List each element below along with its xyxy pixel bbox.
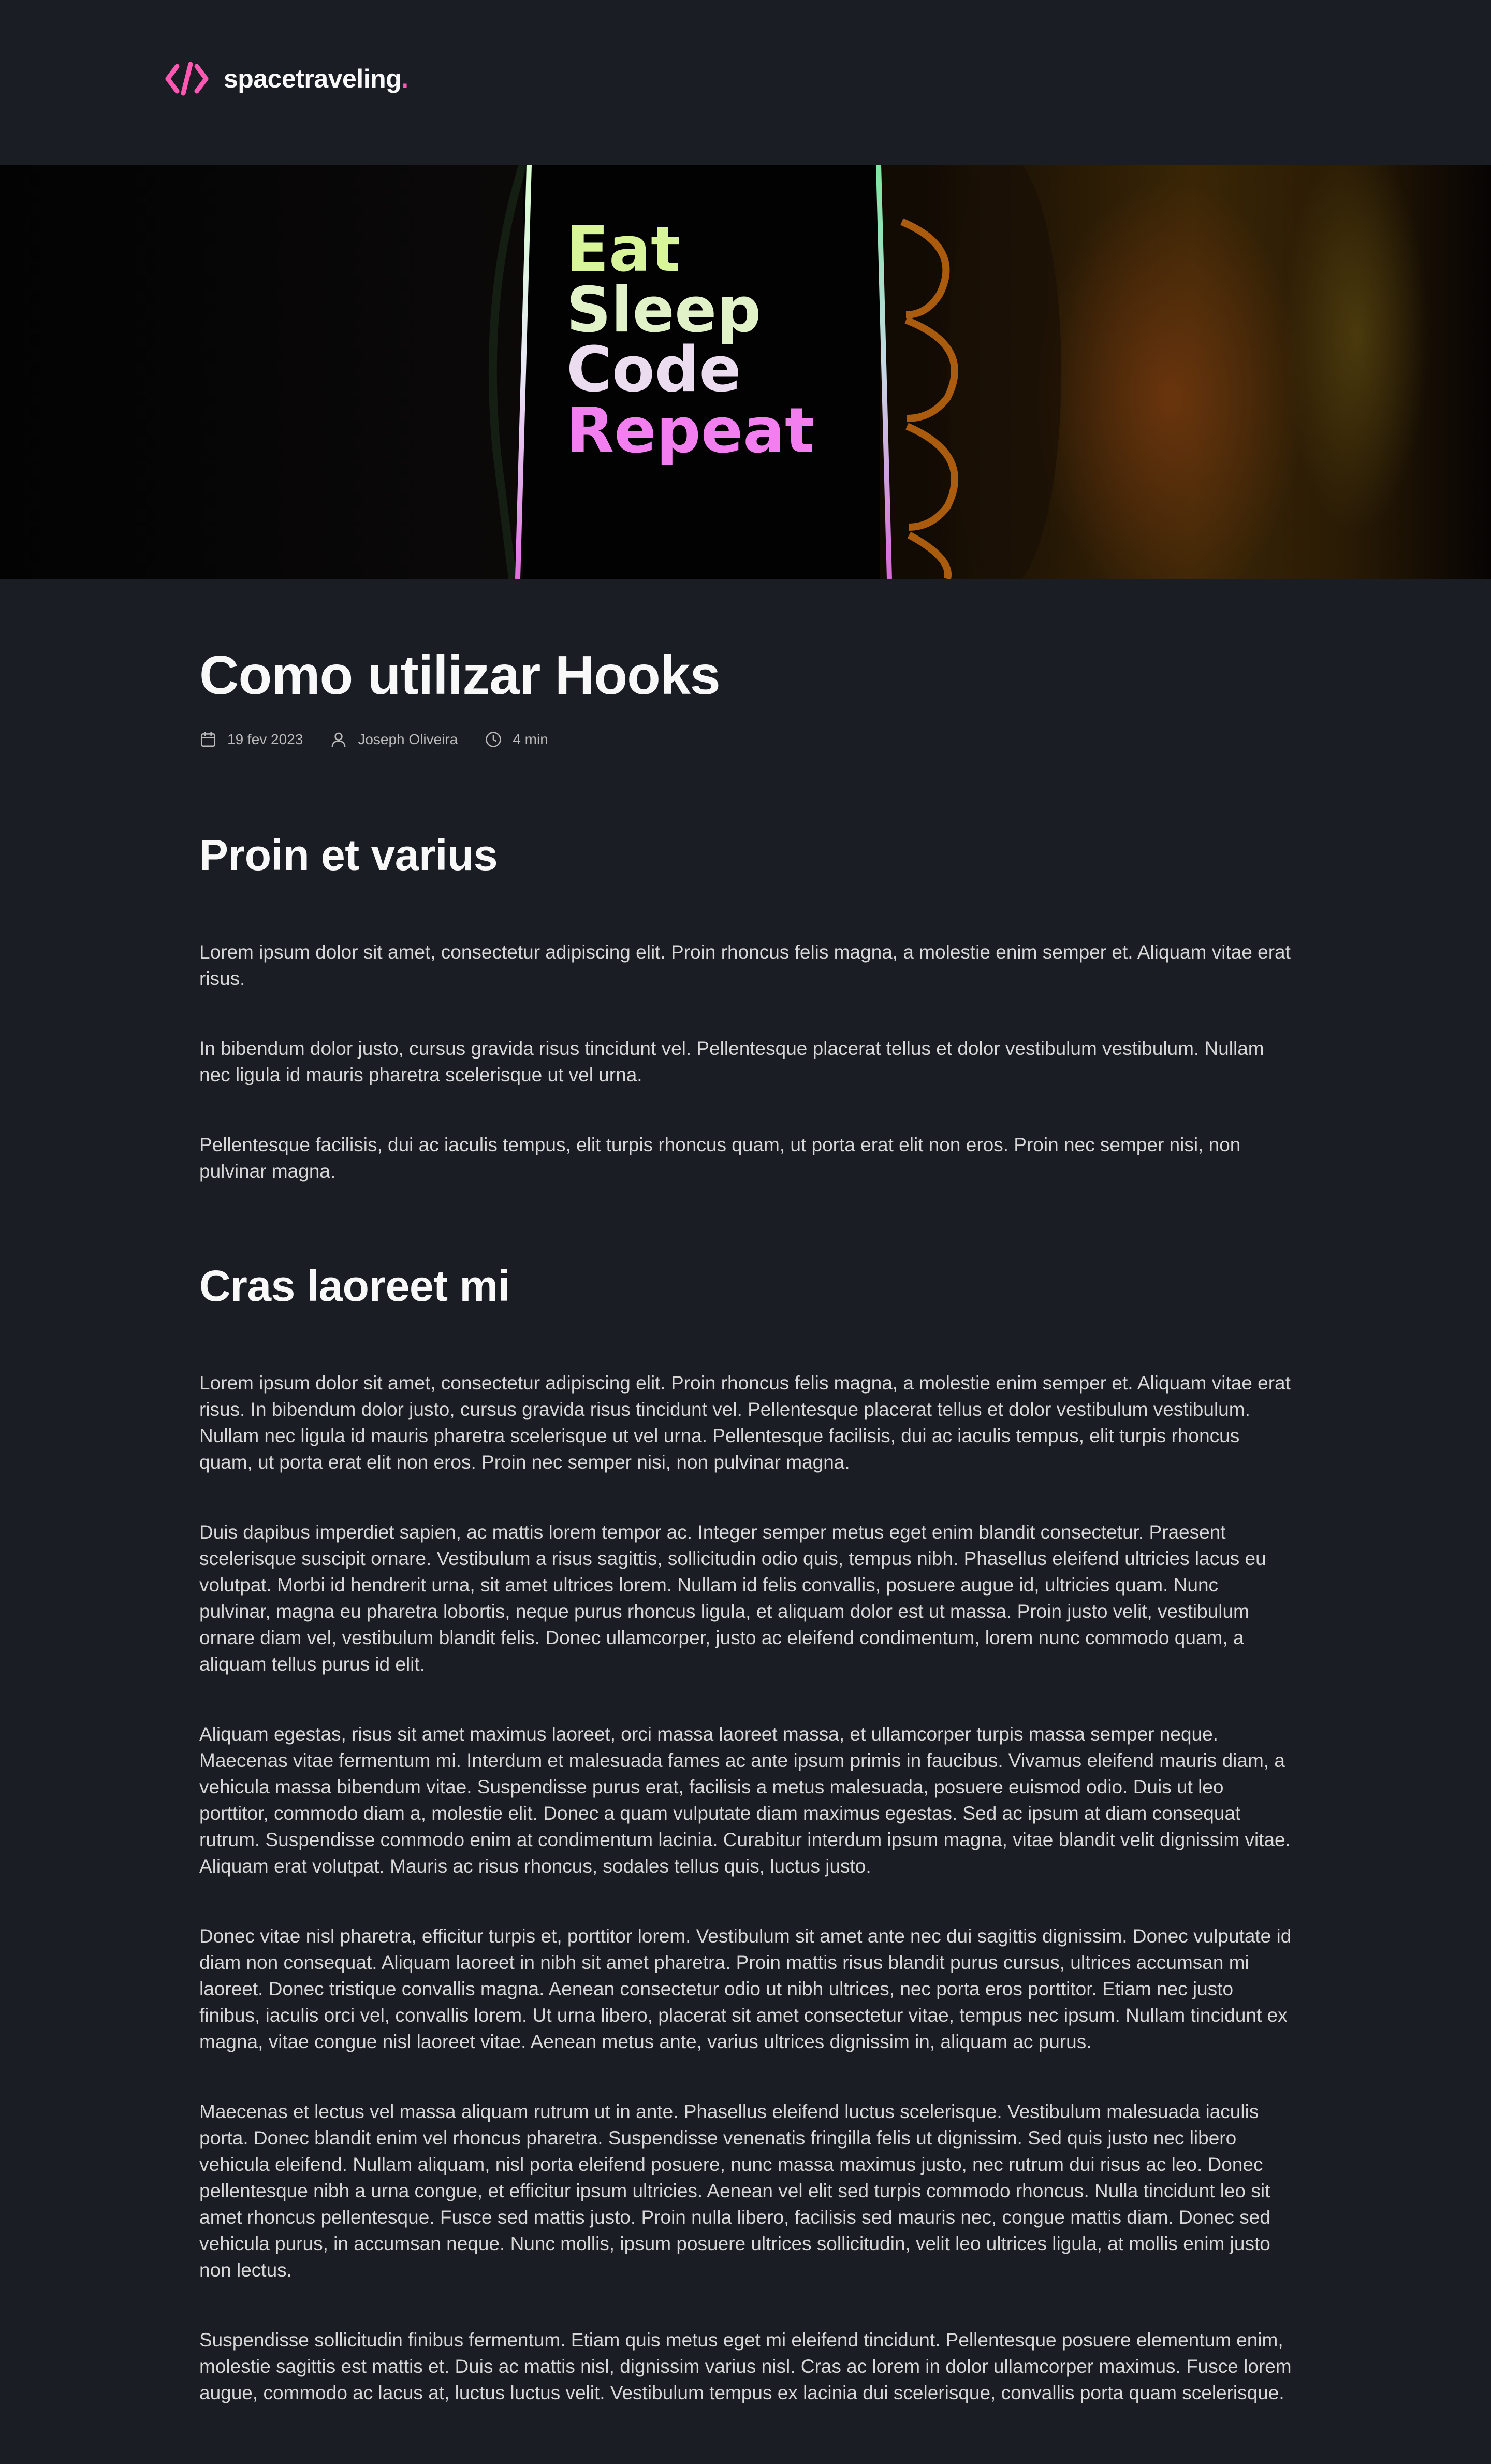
post-date-text: 19 fev 2023	[227, 731, 303, 747]
post-date: 19 fev 2023	[199, 731, 303, 748]
section-paragraph: Pellentesque facilisis, dui ac iaculis t…	[199, 1134, 1241, 1182]
clock-icon	[486, 731, 502, 747]
section-paragraph: Donec vitae nisl pharetra, efficitur tur…	[199, 1925, 1292, 2053]
post-title: Como utilizar Hooks	[199, 645, 721, 706]
logo-text: spacetraveling	[224, 64, 402, 93]
post-author: Joseph Oliveira	[330, 731, 458, 748]
calendar-icon	[200, 731, 216, 747]
section-heading: Proin et varius	[199, 830, 498, 879]
content-section: Cras laoreet mi Lorem ipsum dolor sit am…	[199, 1262, 1292, 2406]
banner-text-line: Repeat	[566, 395, 814, 467]
post-meta: 19 fev 2023 Joseph Oliveira 4 min	[199, 731, 1292, 748]
section-paragraph: Maecenas et lectus vel massa aliquam rut…	[199, 2101, 1270, 2281]
user-icon	[332, 732, 346, 747]
post-article: Como utilizar Hooks 19 fev 2023 Joseph O…	[199, 579, 1292, 2406]
section-paragraph: Lorem ipsum dolor sit amet, consectetur …	[199, 1372, 1291, 1473]
post-reading-time-text: 4 min	[513, 731, 548, 747]
home-logo-link[interactable]: spacetraveling.	[165, 61, 408, 96]
section-heading: Cras laoreet mi	[199, 1261, 510, 1310]
section-paragraph: Suspendisse sollicitudin finibus ferment…	[199, 2329, 1292, 2404]
content-section: Proin et varius Lorem ipsum dolor sit am…	[199, 831, 1292, 1184]
section-paragraph: Lorem ipsum dolor sit amet, consectetur …	[199, 941, 1291, 989]
code-brackets-icon	[165, 62, 209, 96]
section-paragraph: Aliquam egestas, risus sit amet maximus …	[199, 1723, 1291, 1877]
post-reading-time: 4 min	[485, 731, 548, 748]
section-paragraph: In bibendum dolor justo, cursus gravida …	[199, 1037, 1264, 1085]
section-paragraph: Duis dapibus imperdiet sapien, ac mattis…	[199, 1521, 1266, 1675]
post-banner-image: Eat Sleep Code Repeat	[0, 165, 1491, 579]
site-header: spacetraveling.	[0, 0, 1491, 165]
post-author-text: Joseph Oliveira	[358, 731, 458, 747]
logo-dot: .	[401, 64, 409, 93]
